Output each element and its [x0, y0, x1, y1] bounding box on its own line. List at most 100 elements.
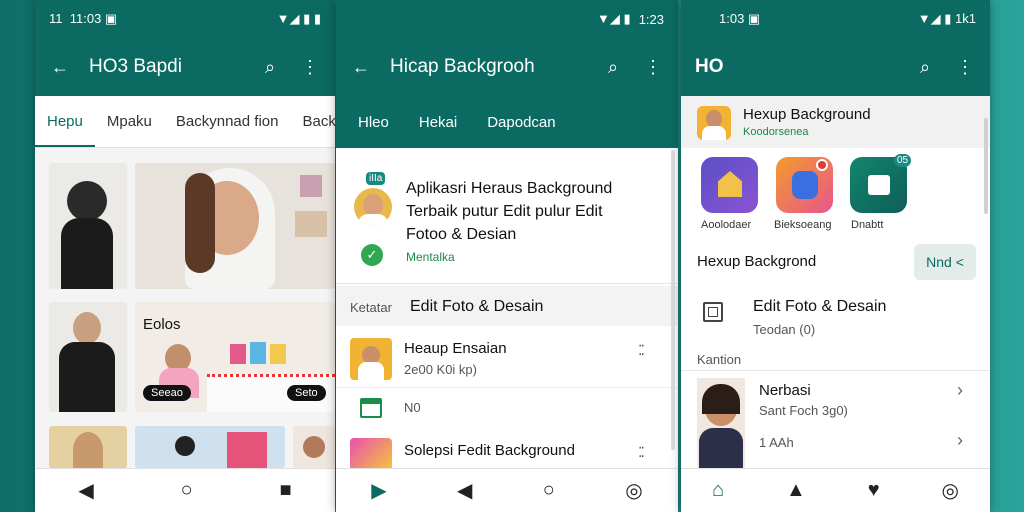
overflow-menu-icon[interactable]: ⋮ [642, 57, 664, 78]
edit-title: Edit Foto & Desain [753, 298, 887, 315]
app-title: Hicap Backgrooh [390, 56, 535, 77]
nav-back-icon[interactable]: ◀ [457, 478, 472, 503]
scrollbar[interactable] [984, 118, 988, 214]
app-header: Hexup Background Koodorsenea [681, 96, 990, 148]
drag-handle-icon[interactable]: ⁚⁚ [638, 342, 645, 359]
profile-meta: 1 AAh [759, 435, 794, 450]
drag-handle-icon[interactable]: ⁚⁚ [638, 444, 645, 461]
chevron-right-icon[interactable]: › [957, 430, 963, 451]
book-stack [227, 432, 267, 468]
tile-pill[interactable]: Seto [287, 385, 326, 401]
header-title: Hexup Background [743, 106, 871, 123]
status-bar: ▼◢ ▮ 1:23 [336, 0, 678, 38]
search-icon[interactable]: ⌕ [914, 57, 936, 78]
phone-screen-2: ▼◢ ▮ 1:23 ← Hicap Backgrooh ⌕ ⋮ Hleo Hek… [336, 0, 678, 512]
wall-frames [300, 175, 322, 197]
tab-hepu[interactable]: Hepu [35, 96, 95, 147]
app-tile-label: Aoolodaer [701, 219, 752, 231]
next-button[interactable]: Nnd < [914, 244, 976, 280]
item-subtitle: 2e00 K0i kp) [404, 362, 477, 377]
section-label: Kantion [697, 352, 742, 367]
feature-title-line1: Aplikasri Heraus Background [406, 180, 613, 197]
feature-subtitle: Mentalka [406, 250, 455, 264]
photo-tile[interactable] [49, 426, 127, 468]
notification-badge: 05 [894, 154, 912, 167]
app-logo: HO [695, 56, 724, 77]
calendar-icon [360, 398, 382, 418]
overflow-menu-icon[interactable]: ⋮ [299, 57, 321, 78]
tab-dapodcan[interactable]: Dapodcan [487, 114, 555, 131]
tab-back[interactable]: Back [290, 96, 335, 147]
system-nav-bar: ◀ ○ ■ [35, 468, 335, 512]
search-icon[interactable]: ⌕ [602, 57, 624, 78]
tile-pill[interactable]: Seeao [143, 385, 191, 401]
app-tile-label: Bieksoeang [774, 219, 832, 231]
list-item[interactable]: Heaup Ensaian 2e00 K0i kp) ⁚⁚ [336, 328, 678, 388]
status-bar: 1:03 ▣ ▼◢ ▮ 1k1 [681, 0, 990, 38]
nav-home-icon[interactable]: ⌂ [712, 479, 724, 502]
edit-row[interactable]: Edit Foto & Desain Teodan (0) [681, 290, 990, 346]
chevron-right-icon[interactable]: › [957, 380, 963, 401]
phone-screen-3: 1:03 ▣ ▼◢ ▮ 1k1 HO ⌕ ⋮ Hexup Background … [681, 0, 990, 512]
back-arrow-icon[interactable]: ← [49, 57, 71, 78]
banner-row: Hexup Backgrond Nnd < [681, 240, 990, 284]
status-time: 11 11:03 ▣ [49, 11, 118, 26]
tab-hleo[interactable]: Hleo [358, 114, 389, 131]
app-tile-icon[interactable] [776, 157, 833, 213]
person-figure [175, 436, 195, 456]
photo-tile[interactable] [49, 302, 127, 412]
check-icon: ✓ [361, 244, 383, 266]
nav-camera-icon[interactable]: ◎ [625, 478, 642, 503]
nav-camera-icon[interactable]: ◎ [942, 478, 959, 503]
nav-home-icon[interactable]: ○ [543, 479, 555, 502]
profile-photo [697, 378, 745, 468]
status-time: 1:03 ▣ [719, 11, 761, 26]
avatar [354, 188, 392, 226]
divider [681, 370, 990, 371]
search-icon[interactable]: ⌕ [259, 57, 281, 78]
feature-card[interactable]: iIIa ✓ Aplikasri Heraus Background Terba… [336, 150, 678, 284]
photo-tile[interactable]: Eolos Seeao Seto [135, 302, 335, 412]
tab-bar: Hepu Mpaku Backynnad fion Back [35, 96, 335, 148]
status-icons: ▼◢ ▮ [597, 11, 631, 26]
photo-tile[interactable] [135, 163, 335, 289]
list-item[interactable]: Solepsi Fedit Background ⁚⁚ [336, 432, 678, 468]
thumbnail [350, 338, 392, 380]
wall-frames [295, 211, 327, 237]
item-title: Solepsi Fedit Background [404, 442, 575, 459]
profile-subtitle: Sant Foch 3g0) [759, 403, 848, 418]
toy-shelf [230, 344, 246, 364]
status-time: 1:23 [638, 11, 664, 27]
nav-home-app-icon[interactable]: ▶ [371, 478, 386, 503]
overflow-menu-icon[interactable]: ⋮ [954, 57, 976, 78]
system-nav-bar: ▶ ◀ ○ ◎ [336, 468, 678, 512]
tile-label: Eolos [143, 316, 181, 333]
list-item[interactable]: N0 [336, 390, 678, 430]
app-bar: ← Hicap Backgrooh ⌕ ⋮ [336, 38, 678, 96]
tab-background[interactable]: Backynnad fion [164, 96, 291, 147]
nav-explore-icon[interactable]: ▲ [786, 479, 806, 502]
profile-row[interactable]: Nerbasi Sant Foch 3g0) 1 AAh › › [681, 372, 990, 468]
tab-mpaku[interactable]: Mpaku [95, 96, 164, 147]
person-figure [61, 218, 113, 289]
scrollbar[interactable] [671, 150, 675, 450]
nav-home-icon[interactable]: ○ [181, 479, 193, 502]
bottom-nav-bar: ⌂ ▲ ♥ ◎ [681, 468, 990, 512]
person-figure [303, 436, 325, 458]
status-icons: ▼◢ ▮ ▮ [276, 11, 321, 26]
section-label: Ketatar [350, 300, 392, 315]
photo-tile[interactable] [293, 426, 335, 468]
app-tile-icon[interactable] [701, 157, 758, 213]
nav-recents-icon[interactable]: ■ [279, 479, 291, 502]
phone-screen-1: 11 11:03 ▣ ▼◢ ▮ ▮ ← HO3 Bapdi ⌕ ⋮ Hepu M… [35, 0, 335, 512]
feature-title-line2: Terbaik putur Edit pulur Edit [406, 203, 603, 220]
feature-badge: iIIa [366, 172, 386, 185]
app-bar: HO ⌕ ⋮ [681, 38, 990, 96]
nav-back-icon[interactable]: ◀ [78, 478, 93, 503]
back-arrow-icon[interactable]: ← [350, 57, 372, 78]
tab-hekai[interactable]: Hekai [419, 114, 457, 131]
photo-tile[interactable] [135, 426, 285, 468]
nav-favorite-icon[interactable]: ♥ [868, 479, 880, 502]
tab-bar: Hleo Hekai Dapodcan [336, 96, 678, 148]
photo-tile[interactable] [49, 163, 127, 289]
